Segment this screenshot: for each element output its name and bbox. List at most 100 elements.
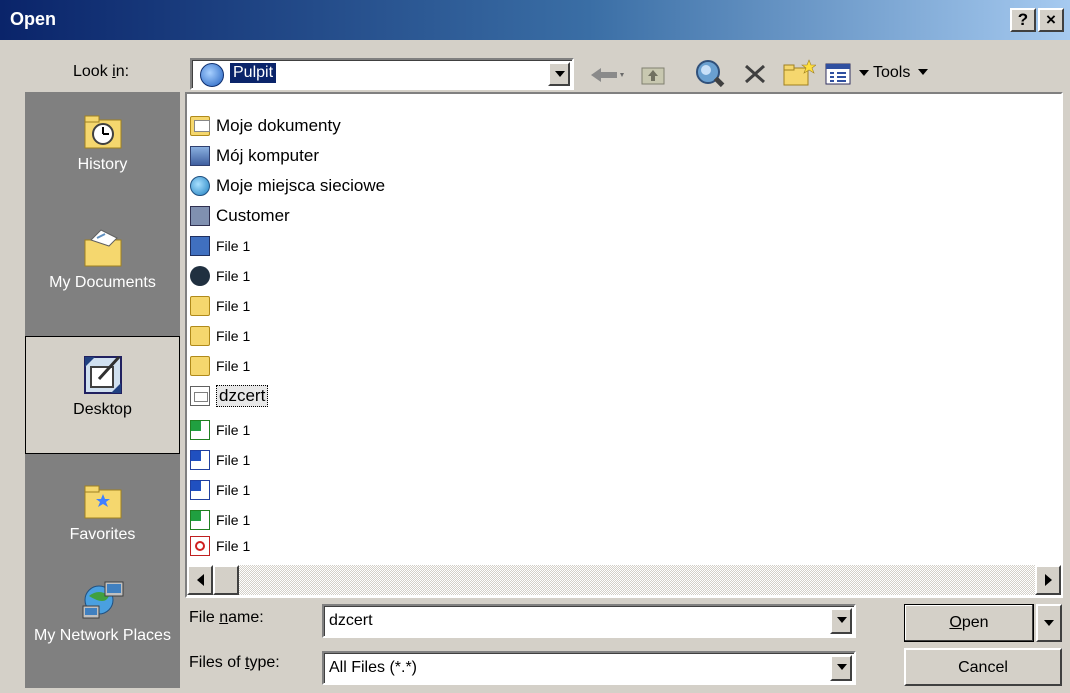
place-label: History: [77, 156, 128, 173]
file-list[interactable]: Moje dokumenty Mój komputer Moje miejsca…: [185, 92, 1063, 598]
list-item[interactable]: File 1: [187, 322, 250, 350]
list-item[interactable]: File 1: [187, 262, 250, 290]
place-favorites[interactable]: Favorites: [25, 462, 180, 580]
file-name: File 1: [216, 358, 251, 374]
search-web-icon[interactable]: [693, 58, 727, 88]
file-name: dzcert: [216, 385, 269, 407]
file-name-value: dzcert: [329, 612, 373, 629]
scroll-thumb[interactable]: [213, 565, 239, 595]
folder-icon: [190, 296, 210, 316]
look-in-label-text: Look in:: [73, 63, 130, 80]
network-icon: [190, 176, 210, 196]
desktop-icon: [83, 355, 122, 394]
word-icon: [190, 480, 210, 500]
excel-icon: [190, 510, 210, 530]
up-folder-icon[interactable]: [640, 62, 668, 86]
open-button-label: Open: [949, 614, 989, 631]
place-network[interactable]: My Network Places: [25, 570, 180, 688]
help-button[interactable]: ?: [1010, 8, 1036, 32]
scroll-right-button[interactable]: [1035, 565, 1061, 595]
file-name: Mój komputer: [216, 146, 319, 165]
views-dropdown-icon[interactable]: [859, 70, 869, 78]
list-item[interactable]: File 1: [187, 352, 250, 380]
list-item[interactable]: File 1: [187, 476, 250, 504]
place-label: Favorites: [69, 526, 136, 543]
certificate-icon: [190, 386, 210, 406]
file-name-arrow-button[interactable]: [830, 608, 852, 634]
place-label: My Documents: [49, 274, 156, 291]
look-in-arrow-button[interactable]: [548, 62, 570, 86]
look-in-value: Pulpit: [230, 63, 277, 83]
folder-icon: [190, 326, 210, 346]
list-item[interactable]: File 1: [187, 292, 250, 320]
scroll-left-icon: [197, 574, 204, 586]
place-my-documents[interactable]: My Documents: [25, 210, 180, 328]
list-item[interactable]: File 1: [187, 232, 250, 260]
look-in-label: Look in:: [73, 63, 129, 81]
views-icon[interactable]: [823, 61, 853, 87]
file-name: File 1: [216, 328, 251, 344]
tools-dropdown-icon: [917, 69, 928, 75]
scroll-left-button[interactable]: [187, 565, 213, 595]
list-item[interactable]: Moje miejsca sieciowe: [187, 172, 385, 200]
delete-icon[interactable]: [742, 62, 768, 86]
favorites-icon: [84, 485, 121, 519]
file-name: File 1: [216, 482, 251, 498]
place-desktop[interactable]: Desktop: [25, 336, 180, 454]
file-name: File 1: [216, 298, 251, 314]
list-item[interactable]: File 1: [187, 532, 250, 560]
file-name: File 1: [216, 268, 251, 284]
cancel-button-label: Cancel: [958, 659, 1008, 676]
pdf-icon: [190, 536, 210, 556]
list-item[interactable]: Mój komputer: [187, 142, 319, 170]
close-button[interactable]: ×: [1038, 8, 1064, 32]
list-item[interactable]: Moje dokumenty: [187, 112, 341, 140]
look-in-dropdown[interactable]: Pulpit: [190, 58, 574, 90]
back-icon[interactable]: [587, 64, 627, 86]
file-name: Customer: [216, 206, 290, 225]
tools-menu-button[interactable]: Tools: [873, 64, 928, 82]
desktop-globe-icon: [200, 63, 224, 87]
cancel-button[interactable]: Cancel: [904, 648, 1062, 686]
my-documents-icon: [190, 116, 210, 136]
chevron-down-icon: [1044, 620, 1054, 626]
file-type-dropdown[interactable]: All Files (*.*): [322, 651, 856, 685]
file-type-arrow-button[interactable]: [830, 655, 852, 681]
place-label: Desktop: [73, 401, 132, 418]
list-item[interactable]: File 1: [187, 506, 250, 534]
horizontal-scrollbar[interactable]: [187, 565, 1061, 595]
excel-icon: [190, 420, 210, 440]
file-name: Moje miejsca sieciowe: [216, 176, 386, 195]
file-type-label: Files of type:: [189, 654, 280, 671]
file-name: File 1: [216, 422, 251, 438]
history-icon: [84, 115, 121, 149]
list-item[interactable]: File 1: [187, 446, 250, 474]
my-documents-icon: [84, 229, 121, 267]
list-item-selected[interactable]: dzcert: [187, 382, 269, 410]
file-name-field[interactable]: dzcert: [322, 604, 856, 638]
file-name: File 1: [216, 512, 251, 528]
word-icon: [190, 450, 210, 470]
file-name-label: File name:: [189, 609, 264, 626]
app-shortcut-icon: [190, 266, 210, 286]
window-title: Open: [10, 9, 57, 29]
title-bar: [0, 0, 1070, 40]
file-name: File 1: [216, 538, 251, 554]
file-name: File 1: [216, 238, 251, 254]
file-name: File 1: [216, 452, 251, 468]
list-item[interactable]: File 1: [187, 416, 250, 444]
place-label: My Network Places: [34, 627, 171, 644]
place-history[interactable]: History: [25, 92, 180, 210]
folder-icon: [190, 356, 210, 376]
open-options-button[interactable]: [1036, 604, 1062, 642]
shortcut-icon: [190, 236, 210, 256]
tools-label: Tools: [873, 64, 911, 81]
file-type-value: All Files (*.*): [329, 659, 418, 676]
open-button[interactable]: Open: [904, 604, 1034, 642]
list-item[interactable]: Customer: [187, 202, 290, 230]
places-bar: History My Documents Desktop Favorites M…: [25, 92, 180, 688]
shortcut-icon: [190, 206, 210, 226]
computer-icon: [190, 146, 210, 166]
new-folder-icon[interactable]: [782, 58, 816, 88]
file-name: Moje dokumenty: [216, 116, 341, 135]
